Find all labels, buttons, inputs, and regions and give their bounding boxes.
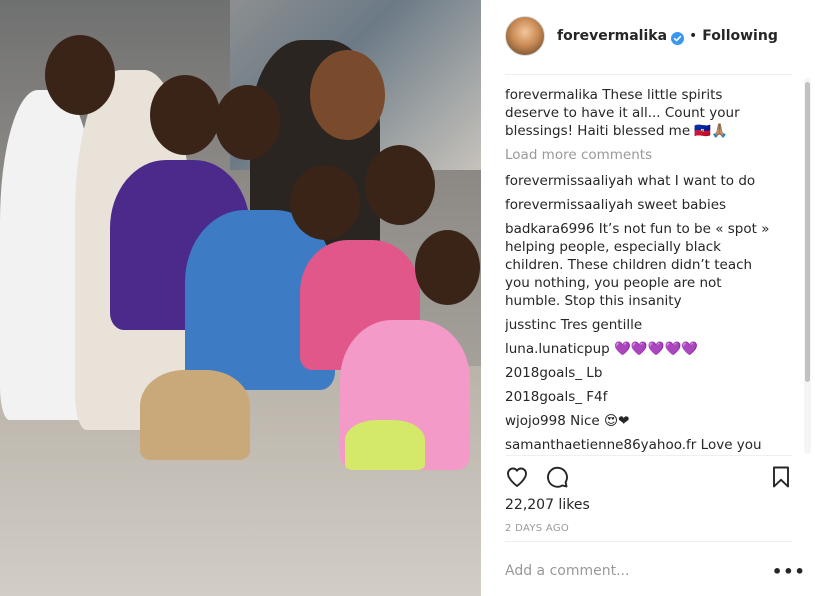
comment-item: samanthaetienne86yahoo.fr Love you <box>505 436 775 454</box>
photo-figure <box>345 420 425 470</box>
more-options-icon[interactable]: ••• <box>772 562 805 581</box>
comment-item: wjojo998 Nice 😍❤ <box>505 412 775 430</box>
comment-item: forevermissaaliyah what I want to do <box>505 172 775 190</box>
comment-text: what I want to do <box>637 173 756 189</box>
heart-icon <box>507 467 527 487</box>
likes-count[interactable]: 22,207 likes <box>505 497 590 513</box>
comment-username[interactable]: samanthaetienne86yahoo.fr <box>505 437 696 453</box>
comment-username[interactable]: jusstinc <box>505 317 556 333</box>
add-comment-input[interactable] <box>505 563 755 579</box>
save-button[interactable] <box>767 463 795 491</box>
like-button[interactable] <box>503 463 531 491</box>
comment-username[interactable]: 2018goals_ <box>505 389 582 405</box>
post-sidebar: forevermalika • Following forevermalika … <box>481 0 815 596</box>
comments-list[interactable]: forevermalika These little spirits deser… <box>505 86 775 454</box>
scrollbar-thumb[interactable] <box>805 82 810 382</box>
comment-text: Tres gentille <box>560 317 643 333</box>
comment-item: luna.lunaticpup 💜💜💜💜💜 <box>505 340 775 358</box>
photo-head <box>310 50 385 140</box>
photo-head <box>415 230 480 305</box>
photo-head <box>215 85 280 160</box>
post-header: forevermalika • Following <box>505 16 792 56</box>
separator-dot: • <box>689 28 698 44</box>
comment-item: 2018goals_ F4f <box>505 388 775 406</box>
comment-button[interactable] <box>543 463 571 491</box>
avatar[interactable] <box>505 16 545 56</box>
comments-divider <box>505 455 792 456</box>
add-comment-bar: ••• <box>505 556 805 586</box>
photo-head <box>365 145 435 225</box>
bookmark-icon <box>773 466 789 488</box>
comment-item: 2018goals_ Lb <box>505 364 775 382</box>
caption-username[interactable]: forevermalika <box>505 87 598 103</box>
comment-username[interactable]: wjojo998 <box>505 413 566 429</box>
photo-head <box>290 165 360 240</box>
photo-head <box>45 35 115 115</box>
post-date[interactable]: 2 DAYS AGO <box>505 523 569 534</box>
comment-item: badkara6996 It’s not fun to be « spot » … <box>505 220 775 310</box>
comment-text: sweet babies <box>637 197 727 213</box>
photo-figure <box>140 370 250 460</box>
comment-username[interactable]: luna.lunaticpup <box>505 341 610 357</box>
load-more-comments-link[interactable]: Load more comments <box>505 146 775 164</box>
action-bar <box>505 463 792 491</box>
header-divider <box>505 74 792 75</box>
comment-item: forevermissaaliyah sweet babies <box>505 196 775 214</box>
photo-head <box>150 75 220 155</box>
post-photo[interactable] <box>0 0 481 596</box>
comment-text: Nice 😍❤ <box>570 413 630 429</box>
comment-item: jusstinc Tres gentille <box>505 316 775 334</box>
comment-username[interactable]: forevermissaaliyah <box>505 197 633 213</box>
verified-badge-icon <box>671 30 685 45</box>
comment-icon <box>547 466 568 488</box>
comment-text: Lb <box>586 365 603 381</box>
following-button[interactable]: Following <box>702 28 778 44</box>
comment-username[interactable]: badkara6996 <box>505 221 594 237</box>
comment-username[interactable]: 2018goals_ <box>505 365 582 381</box>
comment-text: Love you <box>700 437 762 453</box>
comment-text: F4f <box>586 389 608 405</box>
comment-username[interactable]: forevermissaaliyah <box>505 173 633 189</box>
header-username[interactable]: forevermalika <box>557 28 667 44</box>
caption: forevermalika These little spirits deser… <box>505 86 775 140</box>
comment-text: 💜💜💜💜💜 <box>614 341 699 357</box>
footer-divider <box>505 541 792 542</box>
comments-scrollbar[interactable] <box>804 78 811 454</box>
